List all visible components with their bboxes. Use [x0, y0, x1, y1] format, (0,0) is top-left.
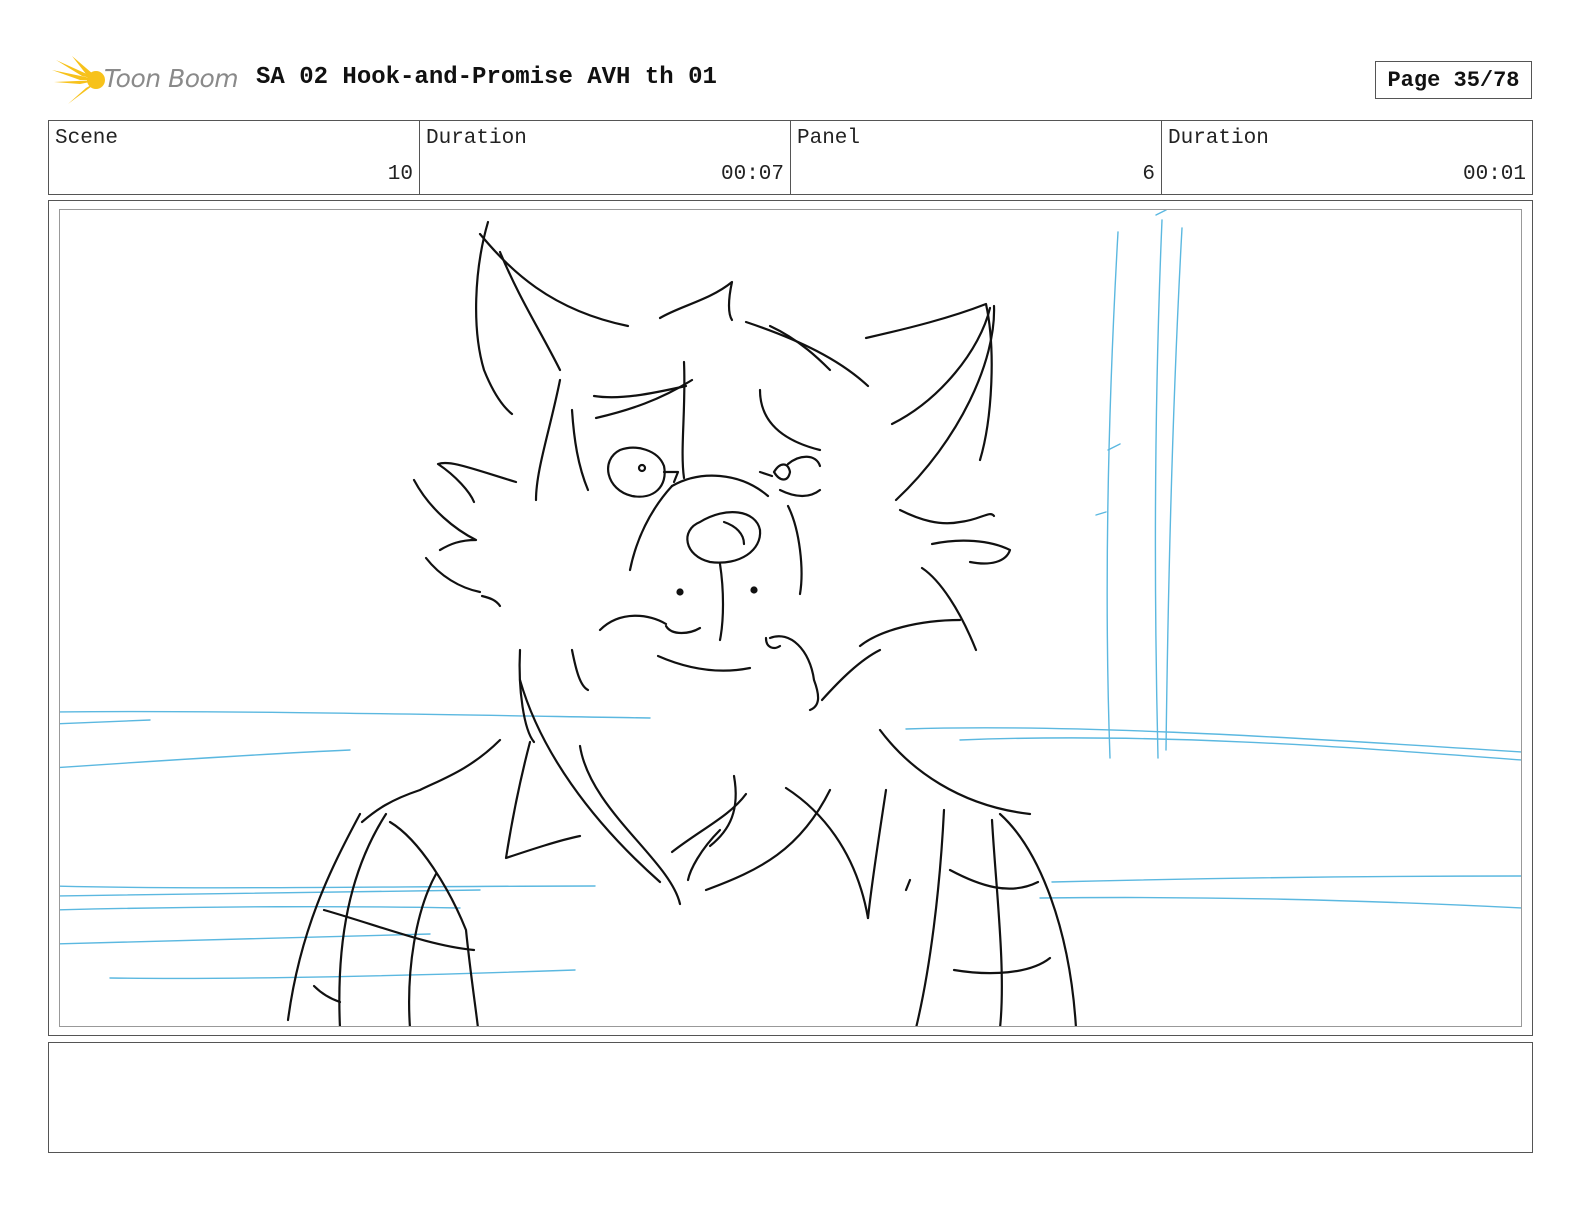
scene-duration-cell: Duration 00:07 — [420, 121, 791, 194]
panel-value: 6 — [1142, 163, 1155, 186]
sketch-drawing — [60, 210, 1521, 1026]
scene-value: 10 — [387, 163, 413, 186]
scene-info-row: Scene 10 Duration 00:07 Panel 6 Duration… — [48, 120, 1533, 195]
panel-duration-cell: Duration 00:01 — [1162, 121, 1532, 194]
scene-cell: Scene 10 — [49, 121, 420, 194]
panel-drawing-area — [59, 209, 1522, 1027]
dialogue-notes-box — [48, 1042, 1533, 1153]
panel-cell: Panel 6 — [791, 121, 1162, 194]
toon-boom-logo: Toon Boom — [52, 56, 242, 106]
panel-label: Panel — [797, 127, 861, 150]
panel-duration-label: Duration — [1168, 127, 1269, 150]
scene-label: Scene — [55, 127, 119, 150]
logo-wordmark: Toon Boom — [104, 64, 239, 93]
character-sketch — [286, 220, 1077, 1026]
starburst-icon — [52, 56, 105, 104]
background-layout-lines — [60, 210, 1521, 980]
scene-duration-label: Duration — [426, 127, 527, 150]
scene-duration-value: 00:07 — [720, 163, 784, 186]
document-title: SA 02 Hook-and-Promise AVH th 01 — [256, 64, 717, 91]
panel-duration-value: 00:01 — [1462, 163, 1526, 186]
storyboard-panel — [48, 200, 1533, 1036]
page-counter: Page 35/78 — [1375, 61, 1532, 99]
